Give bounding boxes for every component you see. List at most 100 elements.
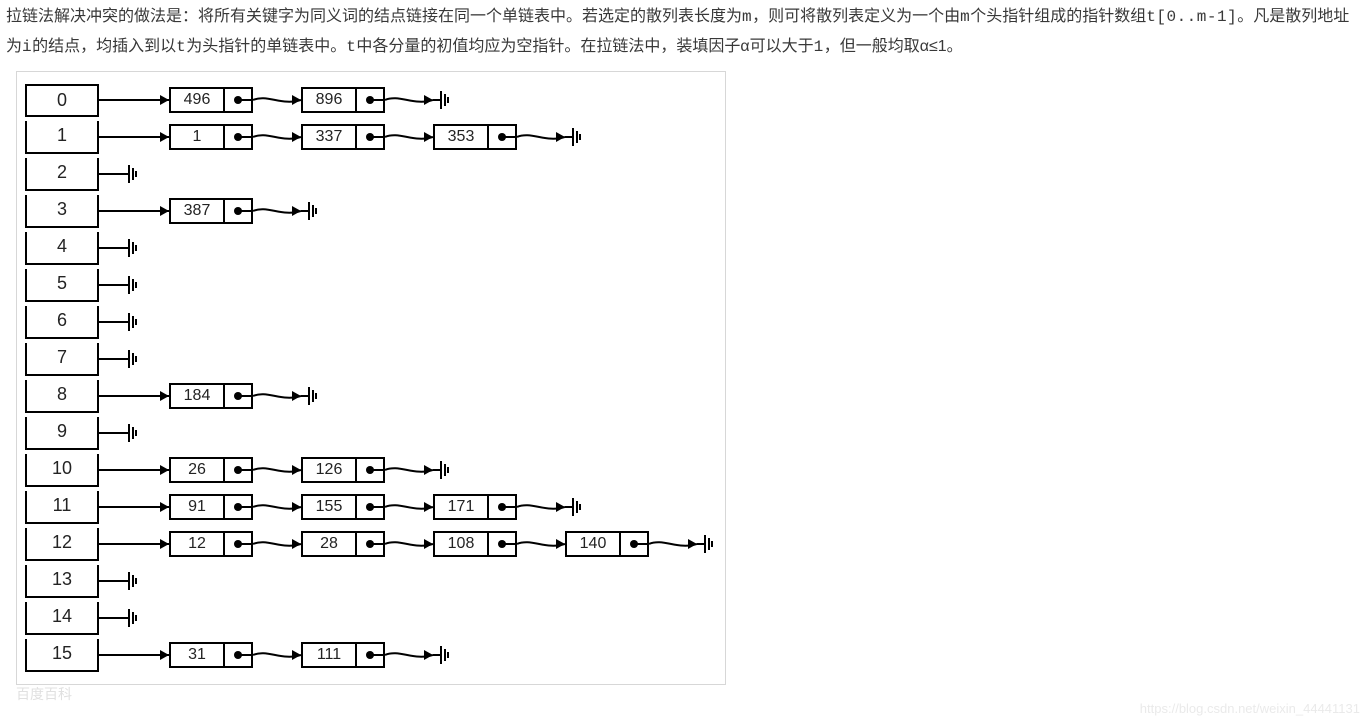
bucket-cell: 1	[25, 121, 99, 154]
ground-icon	[565, 126, 583, 148]
tail-pointer-arrow	[517, 127, 565, 147]
chain-node: 896	[301, 87, 385, 113]
ground-icon	[565, 496, 583, 518]
bucket-cell: 3	[25, 195, 99, 228]
bucket-cell: 6	[25, 306, 99, 339]
node-next-pointer	[621, 533, 647, 555]
ground-icon	[121, 163, 139, 185]
desc-text: 中各分量的初值均应为空指针。在拉链法中，装填因子α可以大于	[356, 38, 813, 55]
head-pointer-arrow	[99, 497, 169, 517]
watermark-source: 百度百科	[16, 684, 72, 704]
ground-icon	[121, 237, 139, 259]
node-next-pointer	[225, 126, 251, 148]
node-next-pointer	[489, 126, 515, 148]
chain-node: 1	[169, 124, 253, 150]
tail-pointer-arrow	[517, 497, 565, 517]
bucket-row: 3 387	[25, 193, 717, 230]
desc-code-array: t[0..m-1]	[1146, 8, 1237, 26]
bucket-row: 7	[25, 341, 717, 378]
chain-node: 353	[433, 124, 517, 150]
desc-text: ，但一般均取α≤1。	[824, 38, 963, 55]
node-next-pointer	[225, 533, 251, 555]
null-pointer-arrow	[99, 571, 121, 591]
chain-node: 91	[169, 494, 253, 520]
tail-pointer-arrow	[649, 534, 697, 554]
bucket-cell: 15	[25, 639, 99, 672]
head-pointer-arrow	[99, 645, 169, 665]
next-pointer-arrow	[385, 534, 433, 554]
next-pointer-arrow	[253, 460, 301, 480]
bucket-row: 8184	[25, 378, 717, 415]
chain-node: 28	[301, 531, 385, 557]
null-pointer-arrow	[99, 608, 121, 628]
desc-code-m: m	[742, 8, 752, 26]
null-pointer-arrow	[99, 423, 121, 443]
bucket-row: 1 1 337 353	[25, 119, 717, 156]
node-value: 1	[171, 126, 225, 148]
node-value: 387	[171, 200, 225, 222]
desc-text: 个头指针组成的指针数组	[970, 8, 1146, 25]
desc-code-t: t	[176, 38, 186, 56]
node-next-pointer	[225, 459, 251, 481]
ground-icon	[121, 422, 139, 444]
tail-pointer-arrow	[385, 90, 433, 110]
hash-chain-diagram: 0496896 11337353 2 3387 4 5 6 7	[16, 71, 726, 685]
description-paragraph: 拉链法解决冲突的做法是：将所有关键字为同义词的结点链接在同一个单链表中。若选定的…	[0, 0, 1370, 71]
bucket-row: 1531111	[25, 637, 717, 674]
node-next-pointer	[225, 385, 251, 407]
node-next-pointer	[225, 644, 251, 666]
desc-text: ，则可将散列表定义为一个由	[752, 8, 960, 25]
node-next-pointer	[225, 496, 251, 518]
node-value: 171	[435, 496, 489, 518]
next-pointer-arrow	[253, 497, 301, 517]
bucket-cell: 14	[25, 602, 99, 635]
desc-text: 的结点，均插入到以	[32, 38, 176, 55]
chain-node: 387	[169, 198, 253, 224]
node-value: 28	[303, 533, 357, 555]
node-value: 91	[171, 496, 225, 518]
chain-node: 12	[169, 531, 253, 557]
node-next-pointer	[357, 496, 383, 518]
chain-node: 155	[301, 494, 385, 520]
chain-node: 171	[433, 494, 517, 520]
bucket-cell: 10	[25, 454, 99, 487]
bucket-row: 9	[25, 415, 717, 452]
ground-icon	[301, 200, 319, 222]
node-next-pointer	[225, 200, 251, 222]
null-pointer-arrow	[99, 312, 121, 332]
next-pointer-arrow	[253, 645, 301, 665]
node-value: 155	[303, 496, 357, 518]
chain-node: 184	[169, 383, 253, 409]
chain-node: 140	[565, 531, 649, 557]
bucket-row: 13	[25, 563, 717, 600]
node-next-pointer	[357, 533, 383, 555]
tail-pointer-arrow	[385, 645, 433, 665]
node-value: 140	[567, 533, 621, 555]
bucket-row: 5	[25, 267, 717, 304]
bucket-row: 14	[25, 600, 717, 637]
ground-icon	[121, 570, 139, 592]
node-next-pointer	[225, 89, 251, 111]
chain-node: 496	[169, 87, 253, 113]
chain-node: 26	[169, 457, 253, 483]
chain-node: 337	[301, 124, 385, 150]
bucket-cell: 11	[25, 491, 99, 524]
tail-pointer-arrow	[253, 386, 301, 406]
bucket-cell: 5	[25, 269, 99, 302]
node-next-pointer	[357, 459, 383, 481]
ground-icon	[433, 459, 451, 481]
node-value: 26	[171, 459, 225, 481]
node-value: 496	[171, 89, 225, 111]
ground-icon	[301, 385, 319, 407]
bucket-cell: 2	[25, 158, 99, 191]
node-next-pointer	[357, 644, 383, 666]
ground-icon	[433, 644, 451, 666]
desc-code-one: 1	[814, 38, 824, 56]
bucket-row: 6	[25, 304, 717, 341]
ground-icon	[121, 311, 139, 333]
next-pointer-arrow	[517, 534, 565, 554]
next-pointer-arrow	[385, 497, 433, 517]
node-next-pointer	[489, 533, 515, 555]
bucket-row: 121228108140	[25, 526, 717, 563]
ground-icon	[121, 274, 139, 296]
